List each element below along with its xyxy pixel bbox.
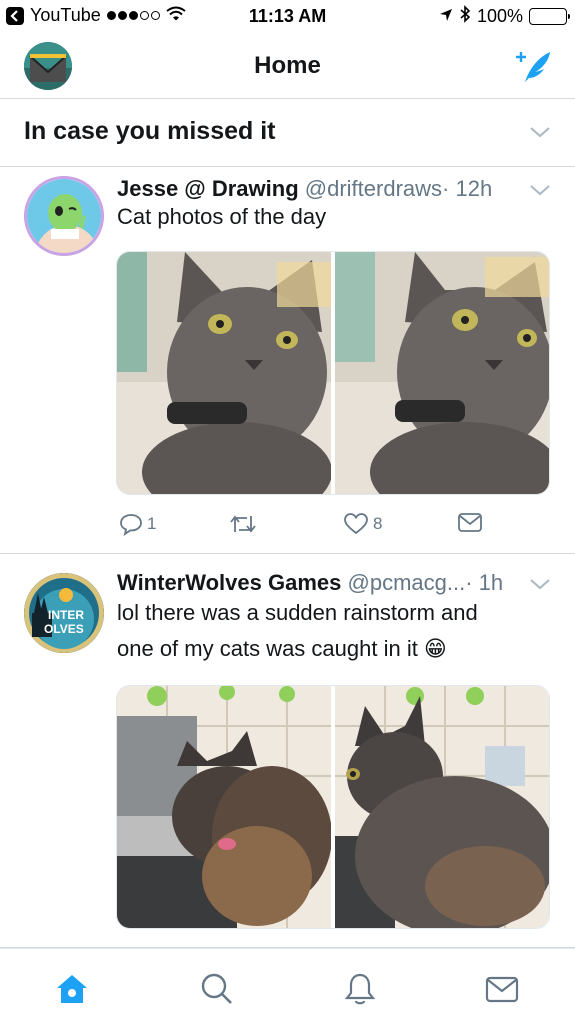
reply-button[interactable]: 1 bbox=[119, 512, 156, 536]
author-handle[interactable]: @drifterdraws bbox=[305, 176, 442, 201]
tweet-card[interactable]: Jesse @ Drawing @drifterdraws· 12h Cat p… bbox=[0, 167, 575, 554]
search-icon bbox=[201, 973, 232, 1004]
retweet-icon bbox=[230, 515, 256, 533]
envelope-icon bbox=[485, 976, 519, 1003]
section-header: In case you missed it bbox=[0, 99, 575, 167]
tweet-options-chevron-icon[interactable] bbox=[529, 183, 551, 197]
author-name[interactable]: Jesse @ Drawing bbox=[117, 176, 299, 201]
envelope-icon bbox=[458, 513, 482, 532]
cat-photo-2[interactable] bbox=[335, 252, 549, 494]
wet-cat-photo-2[interactable] bbox=[335, 686, 549, 928]
tab-home[interactable] bbox=[54, 971, 90, 1007]
tweet-time: · 12h bbox=[442, 176, 493, 201]
avatar-text-top: INTER bbox=[48, 608, 84, 622]
compose-tweet-button[interactable] bbox=[513, 46, 553, 86]
author-name[interactable]: WinterWolves Games bbox=[117, 570, 341, 595]
bell-icon bbox=[344, 973, 376, 1005]
compose-feather-icon bbox=[516, 52, 550, 82]
tweet-time: · 1h bbox=[465, 570, 504, 595]
author-handle[interactable]: @pcmacg... bbox=[348, 570, 466, 595]
tweet-media[interactable] bbox=[116, 685, 550, 929]
tweet-text-line-1: lol there was a sudden rainstorm and bbox=[117, 600, 478, 625]
tweet-text: Cat photos of the day bbox=[117, 204, 327, 229]
tweet-card[interactable]: INTER OLVES WinterWolves Games @pcmacg..… bbox=[0, 555, 575, 948]
heart-icon bbox=[344, 513, 368, 535]
tweet-text-line-2: one of my cats was caught in it 😁 bbox=[117, 636, 447, 661]
author-avatar[interactable] bbox=[24, 176, 104, 256]
battery-icon bbox=[529, 8, 570, 25]
reply-count: 1 bbox=[147, 514, 157, 533]
nav-header: Home bbox=[0, 32, 575, 99]
location-arrow-icon bbox=[439, 6, 453, 27]
retweet-button[interactable] bbox=[229, 512, 257, 536]
tweet-options-chevron-icon[interactable] bbox=[529, 577, 551, 591]
author-avatar[interactable]: INTER OLVES bbox=[24, 573, 104, 653]
dm-share-button[interactable] bbox=[457, 512, 483, 534]
like-count: 8 bbox=[373, 514, 383, 533]
tab-search[interactable] bbox=[199, 971, 235, 1007]
battery-percent: 100% bbox=[476, 6, 523, 26]
tab-notifications[interactable] bbox=[342, 971, 378, 1007]
tab-messages[interactable] bbox=[484, 971, 520, 1007]
bluetooth-icon bbox=[459, 5, 471, 28]
reply-icon bbox=[120, 514, 142, 536]
tab-bar bbox=[0, 948, 575, 1024]
avatar-text-bottom: OLVES bbox=[44, 622, 84, 636]
wet-cat-photo-1[interactable] bbox=[117, 686, 331, 928]
tweet-actions: 1 8 bbox=[117, 510, 497, 540]
section-options-chevron-icon[interactable] bbox=[529, 125, 551, 139]
section-title: In case you missed it bbox=[24, 117, 276, 145]
like-button[interactable]: 8 bbox=[343, 512, 382, 536]
cat-photo-1[interactable] bbox=[117, 252, 331, 494]
status-bar: YouTube 11:13 AM 100% bbox=[0, 0, 575, 32]
tweet-media[interactable] bbox=[116, 251, 550, 495]
home-icon bbox=[57, 975, 87, 1003]
page-title: Home bbox=[254, 52, 321, 79]
